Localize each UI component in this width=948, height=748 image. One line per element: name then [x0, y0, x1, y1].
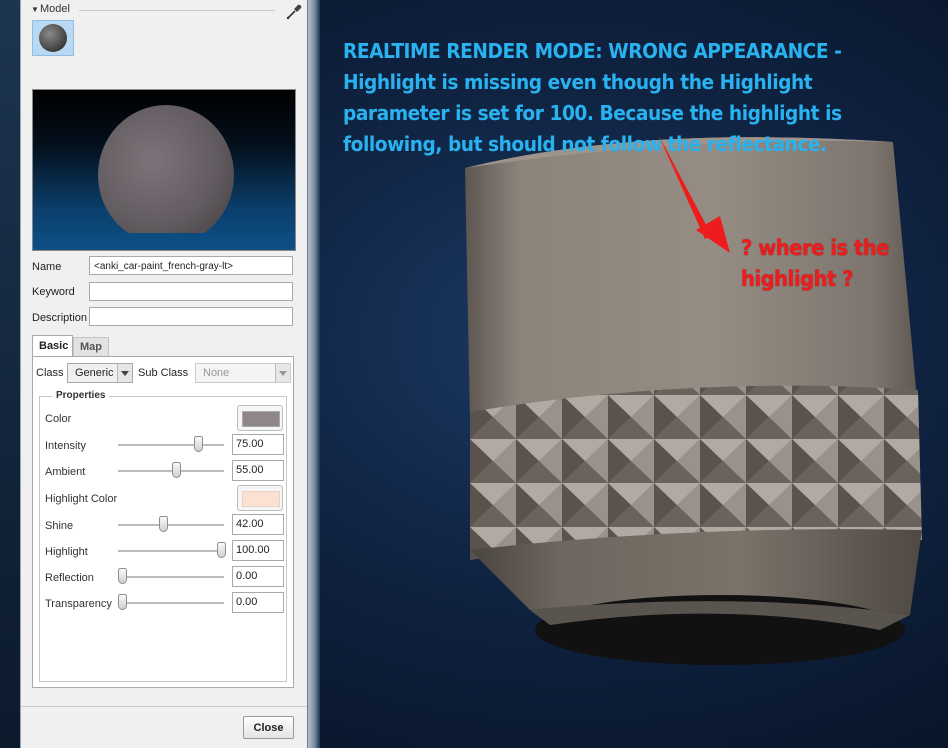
- slider-thumb[interactable]: [216, 542, 226, 558]
- slider-track: [118, 444, 224, 447]
- transparency-input[interactable]: 0.00: [232, 592, 284, 613]
- reflection-slider[interactable]: [118, 568, 224, 586]
- reflection-input[interactable]: 0.00: [232, 566, 284, 587]
- subclass-select-value: None: [203, 367, 230, 379]
- class-select-value: Generic: [75, 367, 114, 379]
- ambient-slider[interactable]: [118, 462, 224, 480]
- model-section-header[interactable]: ▼ Model: [31, 3, 302, 20]
- intensity-input[interactable]: 75.00: [232, 434, 284, 455]
- transparency-label: Transparency: [45, 598, 112, 610]
- name-field[interactable]: <anki_car-paint_french-gray-lt>: [89, 256, 293, 275]
- subclass-label: Sub Class: [138, 367, 189, 379]
- color-swatch-button[interactable]: [237, 405, 283, 431]
- color-label: Color: [45, 413, 72, 425]
- highlight-color-swatch-button[interactable]: [237, 485, 283, 511]
- tab-bar: Basic Map: [32, 335, 294, 357]
- tab-basic[interactable]: Basic: [32, 335, 73, 356]
- slider-thumb[interactable]: [172, 462, 182, 478]
- slider-track: [118, 470, 224, 473]
- color-swatch-fill: [242, 411, 280, 427]
- tab-map[interactable]: Map: [73, 337, 109, 356]
- preview-floor: [33, 233, 295, 250]
- slider-thumb[interactable]: [118, 568, 128, 584]
- description-field[interactable]: [89, 307, 293, 326]
- close-button[interactable]: Close: [243, 716, 294, 739]
- footer-divider: [21, 706, 307, 707]
- chevron-down-icon: [275, 364, 290, 382]
- material-preview: [32, 89, 296, 251]
- slider-track: [118, 576, 224, 579]
- basic-tab-content: Class Generic Sub Class None Properties …: [32, 356, 294, 688]
- name-label: Name: [32, 261, 62, 273]
- left-edge-strip: [0, 0, 20, 748]
- highlight-input[interactable]: 100.00: [232, 540, 284, 561]
- class-label: Class: [36, 367, 64, 379]
- intensity-slider[interactable]: [118, 436, 224, 454]
- ambient-input[interactable]: 55.00: [232, 460, 284, 481]
- appearance-thumbnail[interactable]: [32, 20, 74, 56]
- collapse-triangle-icon[interactable]: ▼: [31, 5, 39, 14]
- slider-track: [118, 524, 224, 527]
- appearance-editor-panel: ▼ Model Name <anki_car-paint_french-gray…: [20, 0, 308, 748]
- transparency-slider[interactable]: [118, 594, 224, 612]
- section-divider: [79, 10, 275, 11]
- slider-thumb[interactable]: [158, 516, 168, 532]
- model-section-label: Model: [40, 3, 70, 15]
- eyedropper-icon[interactable]: [285, 3, 303, 21]
- highlight-color-label: Highlight Color: [45, 493, 118, 505]
- ambient-label: Ambient: [45, 466, 86, 478]
- subclass-select: None: [195, 363, 291, 383]
- slider-track: [118, 602, 224, 605]
- highlight-label: Highlight: [45, 546, 88, 558]
- shine-label: Shine: [45, 520, 74, 532]
- panel-splitter[interactable]: [306, 0, 320, 748]
- chevron-down-icon[interactable]: [117, 364, 132, 382]
- slider-thumb[interactable]: [118, 594, 128, 610]
- keyword-field[interactable]: [89, 282, 293, 301]
- reflection-label: Reflection: [45, 572, 94, 584]
- keyword-label: Keyword: [32, 286, 75, 298]
- properties-title: Properties: [52, 390, 110, 401]
- thumbnail-sphere: [39, 24, 67, 52]
- shine-slider[interactable]: [118, 516, 224, 534]
- preview-sphere: [98, 105, 234, 245]
- slider-track: [118, 550, 224, 553]
- class-select[interactable]: Generic: [67, 363, 133, 383]
- description-label: Description: [32, 312, 88, 324]
- annotation-highlight-callout: ? where is the highlight ?: [741, 236, 890, 291]
- intensity-label: Intensity: [45, 440, 86, 452]
- annotation-main-note: REALTIME RENDER MODE: WRONG APPEARANCE -…: [343, 39, 842, 156]
- slider-thumb[interactable]: [193, 436, 203, 452]
- highlight-color-swatch-fill: [242, 491, 280, 507]
- highlight-slider[interactable]: [118, 542, 226, 560]
- shine-input[interactable]: 42.00: [232, 514, 284, 535]
- properties-group: Properties Color Intensity 75.00 Ambient…: [39, 390, 287, 682]
